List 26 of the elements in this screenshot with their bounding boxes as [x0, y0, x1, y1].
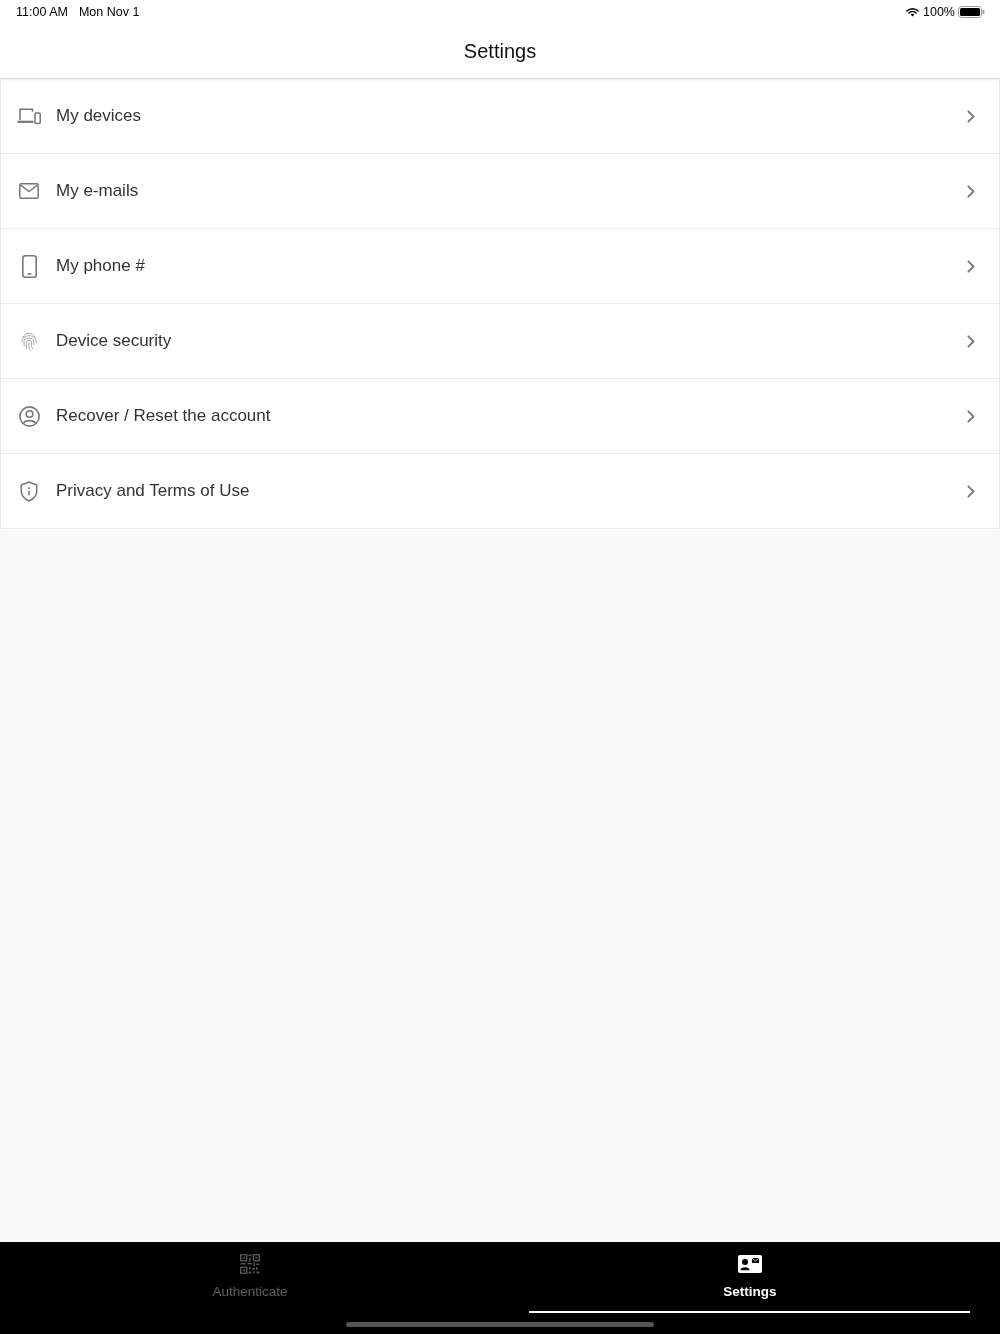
settings-row[interactable]: My phone #	[0, 229, 1000, 304]
settings-row[interactable]: Recover / Reset the account	[0, 379, 1000, 454]
person-circle-icon	[18, 405, 40, 427]
envelope-icon	[19, 183, 39, 199]
battery-percentage: 100%	[923, 5, 955, 19]
shield-info-icon	[20, 480, 38, 502]
settings-row[interactable]: My devices	[0, 79, 1000, 154]
settings-row[interactable]: My e-mails	[0, 154, 1000, 229]
battery-icon	[958, 6, 985, 18]
status-date: Mon Nov 1	[78, 5, 140, 19]
fingerprint-icon	[19, 331, 39, 351]
chevron-right-icon	[967, 109, 975, 123]
laptop-and-phone-icon	[17, 107, 41, 125]
wifi-icon	[906, 7, 919, 17]
chevron-right-icon	[967, 484, 975, 498]
chevron-right-icon	[967, 184, 975, 198]
chevron-right-icon	[967, 409, 975, 423]
page-title: Settings	[463, 39, 537, 63]
qr-code-icon	[240, 1254, 260, 1274]
settings-row[interactable]: Device security	[0, 304, 1000, 379]
phone-icon	[21, 254, 37, 278]
chevron-right-icon	[967, 334, 975, 348]
contact-card-icon	[738, 1255, 762, 1273]
settings-row[interactable]: Privacy and Terms of Use	[0, 454, 1000, 529]
chevron-right-icon	[967, 259, 975, 273]
status-time: 11:00 AM	[16, 5, 68, 19]
